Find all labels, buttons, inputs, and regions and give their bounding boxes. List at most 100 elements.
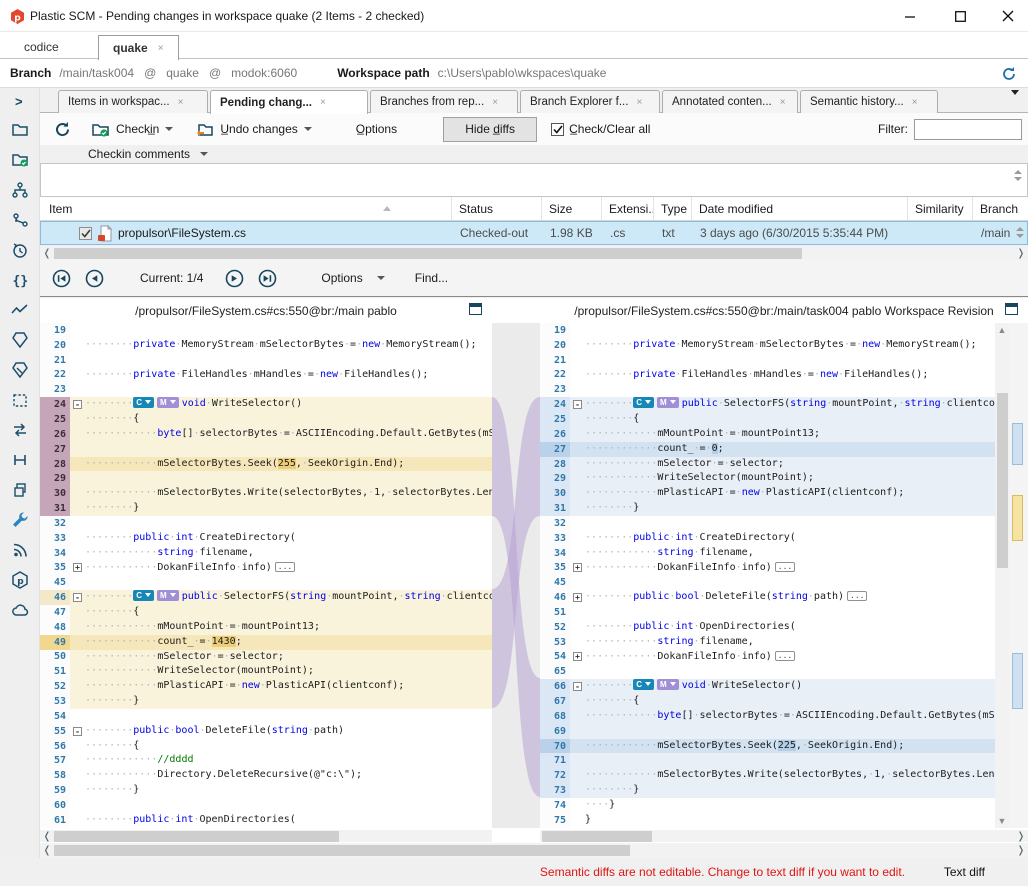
history-icon[interactable] [10, 240, 30, 260]
feed-icon[interactable] [10, 540, 30, 560]
diff-vertical-scrollbar[interactable]: ▲ ▼ [995, 323, 1009, 828]
method-badge[interactable]: M [657, 679, 679, 690]
close-button[interactable] [993, 6, 1023, 26]
fold-toggle-icon[interactable]: - [573, 400, 582, 409]
class-badge[interactable]: C [633, 397, 654, 408]
diff-overview-margin[interactable] [1009, 323, 1028, 828]
maximize-pane-icon[interactable] [469, 303, 482, 315]
options-button[interactable]: O̲ptions [356, 122, 397, 136]
checkin-comments-input[interactable] [40, 163, 1028, 197]
selection-icon[interactable] [10, 390, 30, 410]
tab-overflow-icon[interactable] [1011, 95, 1021, 105]
right-pane-horizontal-scrollbar[interactable]: ❭ [540, 830, 1028, 842]
diff-options-button[interactable]: Options [321, 271, 362, 285]
changesets-icon[interactable]: {} [10, 270, 30, 290]
diff-options-dropdown-icon[interactable] [377, 276, 385, 280]
undo-dropdown-icon[interactable] [304, 127, 312, 131]
scrollbar-thumb[interactable] [997, 393, 1008, 568]
maximize-pane-icon[interactable] [1005, 303, 1018, 315]
branch-spinner[interactable] [1016, 227, 1024, 238]
last-diff-button[interactable] [258, 269, 277, 288]
scroll-right-icon[interactable]: ❭ [1014, 845, 1028, 856]
scroll-left-icon[interactable]: ❬ [40, 248, 54, 259]
fold-toggle-icon[interactable]: + [573, 593, 582, 602]
checkin-button[interactable]: Checki̲n [116, 122, 159, 136]
label-outline-icon[interactable] [10, 330, 30, 350]
labels-icon[interactable] [10, 360, 30, 380]
column-date-modified[interactable]: Date modified [692, 197, 908, 220]
tab-items-in-workspace[interactable]: Items in workspac...× [58, 90, 208, 113]
column-type[interactable]: Type [654, 197, 692, 220]
destination-code-pane[interactable]: 1920········private·MemoryStream·mSelect… [540, 323, 995, 828]
diff-bottom-scrollbar[interactable]: ❬ ❭ [40, 843, 1028, 858]
diff-marker-changed[interactable] [1012, 495, 1023, 541]
fold-toggle-icon[interactable]: - [73, 400, 82, 409]
tab-semantic-history[interactable]: Semantic history...× [800, 90, 938, 113]
table-horizontal-scrollbar[interactable]: ❬ ❭ [40, 246, 1028, 260]
sync-icon[interactable] [10, 420, 30, 440]
column-status[interactable]: Status [452, 197, 542, 220]
collapsed-region-icon[interactable]: ... [275, 562, 295, 572]
scrollbar-thumb[interactable] [54, 831, 339, 842]
collapsed-region-icon[interactable]: ... [775, 651, 795, 661]
undo-changes-icon[interactable] [195, 121, 214, 138]
fold-toggle-icon[interactable]: + [73, 563, 82, 572]
pending-changes-icon[interactable] [10, 150, 30, 170]
tab-annotated-content[interactable]: Annotated conten...× [662, 90, 798, 113]
first-diff-button[interactable] [52, 269, 71, 288]
column-extension[interactable]: Extensi... [602, 197, 654, 220]
source-code-pane[interactable]: 1920········private·MemoryStream·mSelect… [40, 323, 492, 828]
table-row[interactable]: propulsor\FileSystem.cs Checked-out 1.98… [40, 221, 1028, 245]
column-similarity[interactable]: Similarity [908, 197, 973, 220]
merge-icon[interactable] [10, 450, 30, 470]
scrollbar-thumb[interactable] [54, 845, 630, 856]
tab-branch-explorer[interactable]: Branch Explorer f...× [520, 90, 660, 113]
fold-toggle-icon[interactable]: - [73, 727, 82, 736]
workspace-tab-quake[interactable]: quake × [98, 35, 179, 60]
checkin-icon[interactable] [91, 121, 110, 138]
fold-toggle-icon[interactable]: - [73, 593, 82, 602]
find-button[interactable]: Find... [415, 271, 448, 285]
class-badge[interactable]: C [133, 590, 154, 601]
close-tab-icon[interactable]: × [158, 43, 164, 54]
column-branch[interactable]: Branch [973, 197, 1028, 220]
method-badge[interactable]: M [157, 397, 179, 408]
scroll-up-icon[interactable]: ▲ [995, 325, 1009, 335]
scroll-right-icon[interactable]: ❭ [1014, 248, 1028, 259]
cloud-icon[interactable] [10, 600, 30, 620]
workspaces-tree-icon[interactable] [10, 180, 30, 200]
scrollbar-thumb[interactable] [542, 831, 652, 842]
scroll-down-icon[interactable]: ▼ [995, 816, 1009, 826]
fold-toggle-icon[interactable]: + [573, 652, 582, 661]
checkin-dropdown-icon[interactable] [165, 127, 173, 131]
diff-marker-moved[interactable] [1012, 653, 1023, 709]
close-tab-icon[interactable]: × [912, 97, 918, 108]
class-badge[interactable]: C [133, 397, 154, 408]
text-diff-button[interactable]: Text diff [944, 865, 985, 879]
minimize-button[interactable] [895, 6, 925, 26]
activity-icon[interactable] [10, 300, 30, 320]
plastic-logo-icon[interactable]: p [10, 570, 30, 590]
shelves-icon[interactable] [10, 480, 30, 500]
hide-diffs-button[interactable]: Hide d̲iffs [443, 117, 537, 142]
row-checkbox[interactable] [79, 227, 92, 240]
previous-diff-button[interactable] [85, 269, 104, 288]
refresh-workspace-icon[interactable] [1001, 66, 1017, 82]
scroll-left-icon[interactable]: ❬ [40, 845, 54, 856]
scroll-left-icon[interactable]: ❬ [40, 831, 54, 842]
expand-sidebar-icon[interactable]: > [15, 94, 23, 109]
column-size[interactable]: Size [542, 197, 602, 220]
scroll-right-icon[interactable]: ❭ [1014, 831, 1028, 842]
collapsed-region-icon[interactable]: ... [847, 591, 867, 601]
branches-icon[interactable] [10, 210, 30, 230]
maximize-button[interactable] [945, 6, 975, 26]
left-pane-horizontal-scrollbar[interactable]: ❬ [40, 830, 492, 842]
tab-branches[interactable]: Branches from rep...× [370, 90, 518, 113]
workspace-explorer-icon[interactable] [10, 120, 30, 140]
fold-toggle-icon[interactable]: + [573, 563, 582, 572]
workspace-tab-codice[interactable]: codice [10, 35, 73, 59]
tab-pending-changes[interactable]: Pending chang...× [210, 90, 368, 114]
fold-toggle-icon[interactable]: - [573, 682, 582, 691]
check-clear-all-checkbox[interactable] [551, 123, 564, 136]
filter-input[interactable] [914, 119, 1022, 140]
